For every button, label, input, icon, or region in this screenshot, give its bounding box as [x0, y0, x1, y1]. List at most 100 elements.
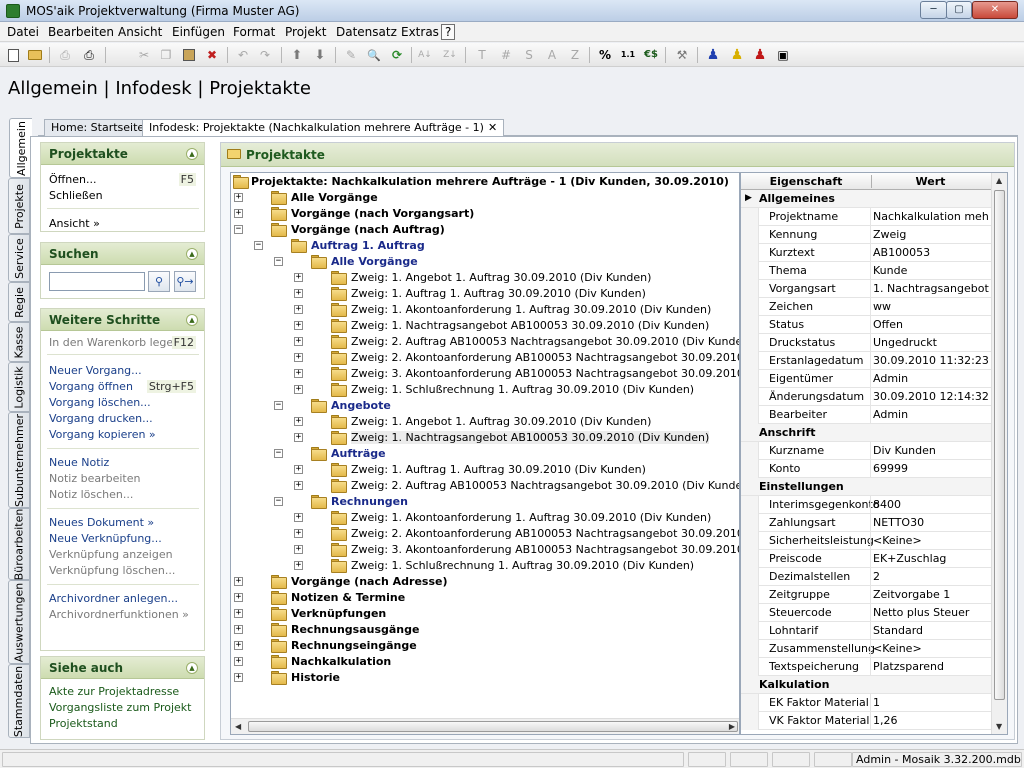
window-icon[interactable]: ▣ — [774, 46, 792, 64]
open-folder-icon[interactable] — [26, 46, 44, 64]
warenkorb-link[interactable]: In den Warenkorb legen — [49, 336, 180, 349]
print-preview-icon[interactable]: ⎙ — [80, 46, 98, 64]
property-value[interactable]: <Keine> — [873, 534, 989, 547]
vorgang-loeschen-link[interactable]: Vorgang löschen... — [49, 396, 151, 409]
expand-icon[interactable]: + — [294, 465, 303, 474]
scroll-down-icon[interactable]: ▼ — [996, 722, 1002, 731]
property-row[interactable]: Zeichen ww — [741, 298, 991, 316]
expand-icon[interactable]: + — [294, 481, 303, 490]
menu-extras[interactable]: Extras — [401, 25, 439, 39]
oeffnen-link[interactable]: Öffnen... — [49, 173, 96, 186]
collapse-icon[interactable]: ▲ — [186, 314, 198, 326]
menu-einfuegen[interactable]: Einfügen — [172, 25, 225, 39]
paste-icon[interactable] — [180, 46, 198, 64]
collapse-icon[interactable]: − — [274, 257, 283, 266]
maximize-button[interactable]: ▢ — [946, 1, 972, 19]
collapse-icon[interactable]: ▲ — [186, 662, 198, 674]
property-vertical-scrollbar[interactable]: ▲ ▼ — [991, 173, 1007, 734]
expand-icon[interactable]: + — [234, 209, 243, 218]
menu-projekt[interactable]: Projekt — [285, 25, 326, 39]
expand-icon[interactable]: + — [234, 593, 243, 602]
property-value[interactable]: Platzsparend — [873, 660, 989, 673]
tab-kasse[interactable]: Kasse — [8, 322, 30, 362]
property-row[interactable]: Textspeicherung Platzsparend — [741, 658, 991, 676]
neues-dokument-link[interactable]: Neues Dokument » — [49, 516, 154, 529]
expand-icon[interactable]: + — [294, 545, 303, 554]
projektstand-link[interactable]: Projektstand — [49, 717, 118, 730]
search-doc-icon[interactable]: 🔍 — [365, 46, 383, 64]
property-row[interactable]: Dezimalstellen 2 — [741, 568, 991, 586]
user-blue-icon[interactable]: ♟ — [704, 46, 722, 64]
tab-auswertungen[interactable]: Auswertungen — [8, 580, 30, 664]
tab-subunternehmer[interactable]: Subunternehmer — [8, 412, 30, 508]
property-value[interactable]: <Keine> — [873, 642, 989, 655]
property-value[interactable]: 1 — [873, 696, 989, 709]
expand-icon[interactable]: + — [294, 513, 303, 522]
schliessen-link[interactable]: Schließen — [49, 189, 103, 202]
scroll-thumb[interactable] — [994, 190, 1005, 700]
sort-asc-icon[interactable]: A↓ — [416, 46, 434, 64]
expand-icon[interactable]: + — [294, 369, 303, 378]
close-tab-icon[interactable]: ✕ — [488, 121, 497, 134]
property-row[interactable]: Druckstatus Ungedruckt — [741, 334, 991, 352]
property-category[interactable]: Kalkulation — [741, 676, 991, 694]
property-row[interactable]: Status Offen — [741, 316, 991, 334]
user-yellow-icon[interactable]: ♟ — [728, 46, 746, 64]
property-value[interactable]: Netto plus Steuer — [873, 606, 989, 619]
expand-icon[interactable]: + — [234, 577, 243, 586]
doc-tab-startseite[interactable]: Home: Startseite — [44, 119, 152, 136]
tab-regie[interactable]: Regie — [8, 282, 30, 322]
property-row[interactable]: Eigentümer Admin — [741, 370, 991, 388]
menu-datei[interactable]: Datei — [7, 25, 39, 39]
expand-icon[interactable]: + — [294, 273, 303, 282]
close-window-button[interactable]: ✕ — [972, 1, 1018, 19]
property-category[interactable]: Einstellungen — [741, 478, 991, 496]
property-value[interactable]: ww — [873, 300, 989, 313]
expand-icon[interactable]: + — [234, 609, 243, 618]
menu-format[interactable]: Format — [233, 25, 275, 39]
menu-help[interactable]: ? — [441, 24, 456, 40]
z-icon[interactable]: Z — [566, 46, 584, 64]
tab-bueroarbeiten[interactable]: Büroarbeiten — [8, 508, 30, 580]
tab-stammdaten[interactable]: Stammdaten — [8, 664, 30, 738]
property-row[interactable]: Projektname Nachkalkulation mehr... — [741, 208, 991, 226]
property-value[interactable]: Zeitvorgabe 1 — [873, 588, 989, 601]
undo-icon[interactable]: ↶ — [234, 46, 252, 64]
property-category[interactable]: ▶ Allgemeines — [741, 190, 991, 208]
collapse-icon[interactable]: − — [274, 449, 283, 458]
expand-icon[interactable]: + — [294, 433, 303, 442]
property-category[interactable]: Anschrift — [741, 424, 991, 442]
collapse-icon[interactable]: − — [274, 401, 283, 410]
property-value[interactable]: NETTO30 — [873, 516, 989, 529]
property-row[interactable]: Konto 69999 — [741, 460, 991, 478]
archivordner-anlegen-link[interactable]: Archivordner anlegen... — [49, 592, 178, 605]
property-row[interactable]: Bearbeiter Admin — [741, 406, 991, 424]
neue-notiz-link[interactable]: Neue Notiz — [49, 456, 109, 469]
tools-icon[interactable]: ⚒ — [673, 46, 691, 64]
expand-icon[interactable]: + — [294, 561, 303, 570]
edit-icon[interactable]: ✎ — [342, 46, 360, 64]
redo-icon[interactable]: ↷ — [256, 46, 274, 64]
expand-icon[interactable]: + — [234, 641, 243, 650]
scroll-up-icon[interactable]: ▲ — [996, 176, 1002, 185]
hash-icon[interactable]: # — [497, 46, 515, 64]
new-doc-icon[interactable] — [4, 46, 22, 64]
property-row[interactable]: Kennung Zweig — [741, 226, 991, 244]
property-value[interactable]: 69999 — [873, 462, 989, 475]
property-value[interactable]: Admin — [873, 408, 989, 421]
property-row[interactable]: Zahlungsart NETTO30 — [741, 514, 991, 532]
scroll-right-icon[interactable]: ▶ — [729, 722, 735, 731]
ansicht-link[interactable]: Ansicht » — [49, 217, 100, 230]
expand-icon[interactable]: + — [294, 321, 303, 330]
property-value[interactable]: 2 — [873, 570, 989, 583]
expand-icon[interactable]: + — [234, 673, 243, 682]
doc-tab-projektakte[interactable]: Infodesk: Projektakte (Nachkalkulation m… — [142, 119, 505, 137]
collapse-icon[interactable]: ▲ — [186, 148, 198, 160]
scroll-thumb[interactable] — [248, 721, 738, 732]
search-binoculars-button[interactable]: ⚲ — [148, 271, 170, 292]
property-row[interactable]: Lohntarif Standard — [741, 622, 991, 640]
tab-logistik[interactable]: Logistik — [8, 362, 30, 412]
scroll-left-icon[interactable]: ◀ — [235, 722, 241, 731]
vorgang-oeffnen-link[interactable]: Vorgang öffnen — [49, 380, 133, 393]
neue-verknuepfung-link[interactable]: Neue Verknüpfung... — [49, 532, 162, 545]
